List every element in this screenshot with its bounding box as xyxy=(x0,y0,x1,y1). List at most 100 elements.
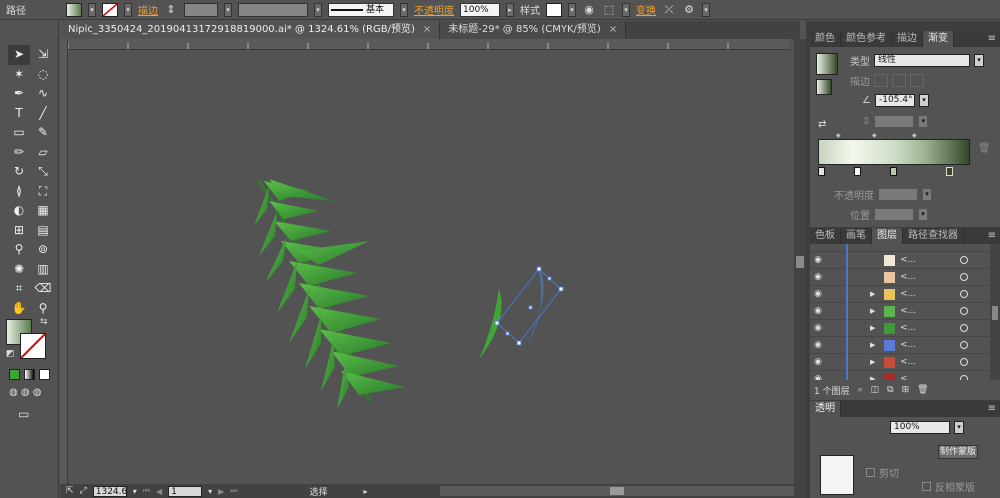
scale-tool-icon[interactable]: ⤡ xyxy=(32,162,54,182)
variable-width-field[interactable] xyxy=(238,2,308,17)
stroke-dropdown[interactable]: ▾ xyxy=(124,2,132,17)
target-circle-icon[interactable] xyxy=(960,290,968,298)
eyedropper-tool-icon[interactable]: ⚲ xyxy=(8,240,30,260)
clip-checkbox[interactable] xyxy=(866,468,875,477)
layer-row[interactable]: ◉ <... xyxy=(810,269,990,286)
next-artboard-icon[interactable]: ▶ xyxy=(218,487,224,496)
align-dropdown[interactable]: ▾ xyxy=(622,2,630,17)
gradient-fill-stroke-icon[interactable] xyxy=(816,79,832,95)
gradient-stop-icon[interactable] xyxy=(946,167,953,176)
artboard-number-field[interactable]: 1 xyxy=(168,485,203,497)
eraser-tool-icon[interactable]: ▱ xyxy=(32,143,54,163)
invert-mask-checkbox[interactable] xyxy=(922,482,931,491)
panel-menu-icon[interactable]: ≡ xyxy=(984,401,1000,417)
stroke-swatch[interactable] xyxy=(102,2,118,17)
horizontal-scroll-thumb[interactable] xyxy=(610,487,624,495)
pencil-tool-icon[interactable]: ✏ xyxy=(8,143,30,163)
selected-gradient-blade[interactable] xyxy=(494,266,564,346)
expand-triangle-icon[interactable]: ▶ xyxy=(870,324,875,332)
magic-wand-tool-icon[interactable]: ✶ xyxy=(8,65,30,85)
gradient-stop-icon[interactable] xyxy=(890,167,897,176)
zoom-field[interactable]: 1324.6 xyxy=(92,485,127,497)
opacity-dropdown[interactable]: ▸ xyxy=(506,2,514,17)
layer-name[interactable]: <... xyxy=(900,340,916,350)
tab-swatches[interactable]: 色板 xyxy=(810,228,841,244)
artboard-canvas[interactable] xyxy=(69,51,794,484)
locate-object-icon[interactable]: ⌕ xyxy=(858,385,863,395)
stop-location-dropdown[interactable]: ▾ xyxy=(918,208,928,221)
layer-name[interactable]: <... xyxy=(900,357,916,367)
screen-mode-icon[interactable]: ▭ xyxy=(18,407,29,421)
new-sublayer-icon[interactable]: ⧉ xyxy=(887,385,893,395)
variable-width-dropdown[interactable]: ▾ xyxy=(314,2,322,17)
layer-row[interactable] xyxy=(810,244,990,261)
layer-name[interactable]: <... xyxy=(900,272,916,282)
transparency-opacity-field[interactable]: 100% xyxy=(890,421,950,434)
layer-row[interactable]: ◉ ▶ <... xyxy=(810,320,990,337)
layer-name[interactable]: <... xyxy=(900,374,916,380)
free-transform-tool-icon[interactable]: ⛶ xyxy=(32,182,54,202)
column-graph-tool-icon[interactable]: ▥ xyxy=(32,260,54,280)
last-artboard-icon[interactable]: ⏭ xyxy=(230,486,237,496)
visibility-eye-icon[interactable]: ◉ xyxy=(810,272,826,282)
gradient-midpoint-icon[interactable]: ◆ xyxy=(912,132,917,139)
reverse-gradient-icon[interactable]: ⇄ xyxy=(818,119,826,130)
vertical-scroll-thumb[interactable] xyxy=(796,256,804,268)
target-circle-icon[interactable] xyxy=(960,375,968,380)
direct-selection-tool-icon[interactable]: ⇲ xyxy=(32,45,54,65)
target-circle-icon[interactable] xyxy=(960,273,968,281)
stroke-color-box[interactable] xyxy=(20,333,46,359)
panel-menu-icon[interactable]: ≡ xyxy=(984,31,1000,47)
gradient-stop-icon[interactable] xyxy=(854,167,861,176)
aspect-ratio-dropdown[interactable]: ▾ xyxy=(918,115,929,128)
layer-name[interactable]: <... xyxy=(900,289,916,299)
visibility-eye-icon[interactable]: ◉ xyxy=(810,255,826,265)
horizontal-scrollbar[interactable] xyxy=(440,486,794,496)
stroke-weight-field[interactable] xyxy=(184,2,218,17)
visibility-eye-icon[interactable]: ◉ xyxy=(810,340,826,350)
pen-tool-icon[interactable]: ✒ xyxy=(8,84,30,104)
expand-triangle-icon[interactable]: ▶ xyxy=(870,307,875,315)
rectangle-tool-icon[interactable]: ▭ xyxy=(8,123,30,143)
width-tool-icon[interactable]: ≬ xyxy=(8,182,30,202)
tab-stroke[interactable]: 描边 xyxy=(892,31,923,47)
opacity-link[interactable]: 不透明度 xyxy=(414,2,454,17)
gradient-type-dropdown[interactable]: 线性 xyxy=(874,54,970,67)
gradient-preview-swatch[interactable] xyxy=(816,53,838,75)
stroke-within-icon[interactable] xyxy=(874,74,888,87)
visibility-eye-icon[interactable]: ◉ xyxy=(810,289,826,299)
none-mode-icon[interactable] xyxy=(39,369,50,380)
transform-link[interactable]: 变换 xyxy=(636,2,656,17)
document-tab-active[interactable]: Nipic_3350424_20190413172918819000.ai* @… xyxy=(60,21,441,39)
panel-menu-icon[interactable]: ⚙ xyxy=(682,3,696,17)
graphic-style-swatch[interactable] xyxy=(546,2,562,17)
layer-row[interactable]: ◉ ▶ <... xyxy=(810,354,990,371)
mesh-tool-icon[interactable]: ⊞ xyxy=(8,221,30,241)
tab-transparency[interactable]: 透明 xyxy=(810,401,841,417)
stop-location-field[interactable] xyxy=(874,208,914,221)
panel-menu-icon[interactable]: ≡ xyxy=(984,228,1000,244)
recolor-artwork-icon[interactable]: ◉ xyxy=(582,3,596,17)
first-artboard-icon[interactable]: ⏮ xyxy=(143,486,150,496)
visibility-eye-icon[interactable]: ◉ xyxy=(810,357,826,367)
stroke-weight-stepper[interactable]: ⇕ xyxy=(164,3,178,17)
layer-row[interactable]: ◉ ▶ <... xyxy=(810,371,990,380)
stroke-along-icon[interactable] xyxy=(892,74,906,87)
make-mask-button[interactable]: 制作蒙版 xyxy=(938,445,978,459)
slice-tool-icon[interactable]: ⌫ xyxy=(32,279,54,299)
stroke-weight-dropdown[interactable]: ▾ xyxy=(224,2,232,17)
aspect-ratio-field[interactable] xyxy=(874,115,915,128)
tab-color[interactable]: 颜色 xyxy=(810,31,841,47)
layer-name[interactable]: <... xyxy=(900,306,916,316)
layer-row[interactable]: ◉ <... xyxy=(810,252,990,269)
delete-layer-icon[interactable]: 🗑 xyxy=(917,385,928,395)
fill-swatch[interactable] xyxy=(66,2,82,17)
tab-color-guide[interactable]: 颜色参考 xyxy=(841,31,892,47)
hand-tool-icon[interactable]: ✋ xyxy=(8,299,30,319)
prev-artboard-icon[interactable]: ◀ xyxy=(156,487,162,496)
graphic-style-dropdown[interactable]: ▾ xyxy=(568,2,576,17)
expand-triangle-icon[interactable]: ▶ xyxy=(870,341,875,349)
close-tab-icon[interactable]: × xyxy=(609,21,617,39)
layer-row[interactable]: ◉ ▶ <... xyxy=(810,337,990,354)
opacity-field[interactable]: 100% xyxy=(460,2,500,17)
